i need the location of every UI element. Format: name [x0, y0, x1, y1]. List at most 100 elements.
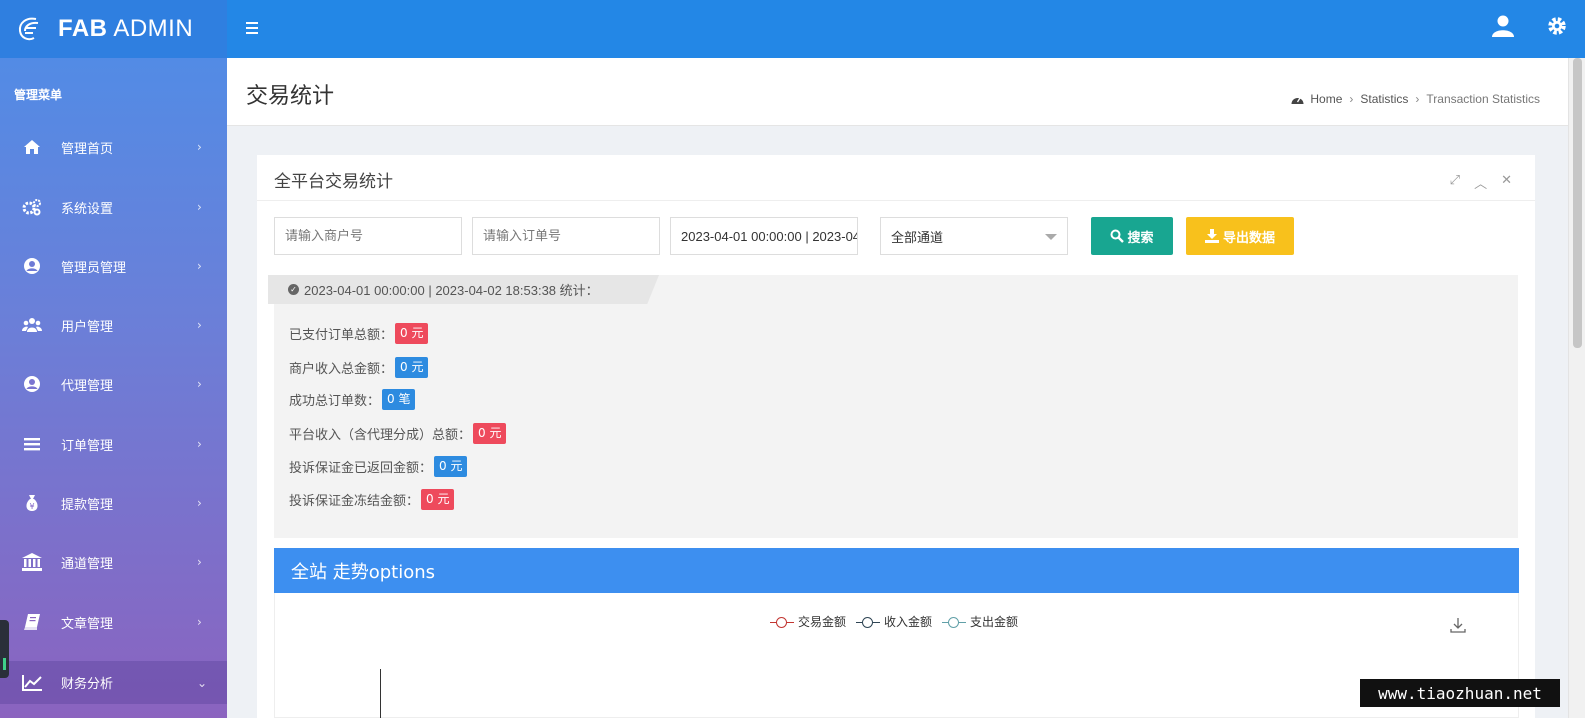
sidebar-item-label: 管理首页 [61, 141, 114, 157]
sidebar-item-label: 文章管理 [61, 616, 114, 632]
user-icon[interactable] [1492, 15, 1514, 37]
search-icon [1110, 229, 1125, 243]
chevron-right-icon: › [197, 437, 202, 451]
gear-icon[interactable] [1547, 16, 1567, 36]
chevron-right-icon: › [197, 259, 202, 273]
sidebar-item-finance[interactable]: 财务分析 ⌄ [0, 661, 227, 704]
stat-value-badge: 0 元 [473, 423, 507, 444]
breadcrumb-home-link[interactable]: Home [1310, 92, 1342, 106]
user-circle-icon [22, 256, 42, 276]
sidebar-item-label: 用户管理 [61, 319, 114, 335]
download-icon[interactable] [1450, 617, 1466, 633]
page-title: 交易统计 [246, 84, 335, 109]
stat-paid-total: 已支付订单总额： 0 元 [289, 323, 429, 344]
chevron-right-icon: › [197, 496, 202, 510]
sidebar-item-home[interactable]: 管理首页 › [0, 127, 227, 167]
stat-value-badge: 0 元 [395, 357, 429, 378]
users-icon [22, 315, 42, 335]
chevron-right-icon: › [197, 615, 202, 629]
search-button-label: 搜索 [1127, 230, 1154, 246]
breadcrumb-separator: › [1349, 92, 1354, 106]
stat-deposit-frozen: 投诉保证金冻结金额： 0 元 [289, 489, 455, 510]
sidebar-item-admins[interactable]: 管理员管理 › [0, 246, 227, 286]
stat-value-badge: 0 笔 [382, 389, 416, 410]
sidebar-item-label: 财务分析 [61, 677, 114, 692]
sidebar-item-agents[interactable]: 代理管理 › [0, 364, 227, 404]
order-input[interactable] [472, 217, 660, 255]
chart-legend: 交易金额 收入金额 支出金额 [770, 613, 1018, 630]
breadcrumb-statistics-link[interactable]: Statistics [1360, 92, 1408, 106]
sidebar-item-label: 提款管理 [61, 497, 114, 513]
stat-value-badge: 0 元 [434, 456, 468, 477]
watermark: www.tiaozhuan.net [1360, 679, 1560, 707]
menu-toggle-icon[interactable] [246, 22, 258, 34]
brand-title: FAB ADMIN [58, 15, 194, 42]
chart-y-axis [380, 669, 381, 718]
cogs-icon [22, 197, 42, 217]
export-icon [1204, 229, 1219, 243]
home-icon [22, 137, 42, 157]
legend-marker [942, 616, 967, 628]
search-button[interactable]: 搜索 [1091, 217, 1173, 255]
breadcrumb-current: Transaction Statistics [1426, 92, 1540, 106]
stats-summary: ✓ 2023-04-01 00:00:00 | 2023-04-02 18:53… [268, 275, 1518, 538]
stat-deposit-returned: 投诉保证金已返回金额： 0 元 [289, 456, 468, 477]
stats-header: ✓ 2023-04-01 00:00:00 | 2023-04-02 18:53… [268, 275, 659, 304]
divider [257, 200, 1535, 201]
stat-label: 投诉保证金冻结金额： [289, 494, 420, 509]
sidebar-item-settings[interactable]: 系统设置 › [0, 187, 227, 227]
sidebar-item-users[interactable]: 用户管理 › [0, 305, 227, 345]
top-navbar [227, 0, 1585, 58]
collapse-icon[interactable]: ︿ [1474, 173, 1487, 192]
panel-tools: ⤢ ︿ ✕ [1450, 173, 1512, 192]
stat-label: 投诉保证金已返回金额： [289, 461, 433, 476]
stat-success-orders: 成功总订单数： 0 笔 [289, 389, 416, 410]
stat-merchant-income: 商户收入总金额： 0 元 [289, 357, 429, 378]
scrollbar-thumb[interactable] [1573, 58, 1582, 348]
chevron-right-icon: › [197, 377, 202, 391]
check-circle-icon: ✓ [288, 284, 299, 295]
chart-header: 全站 走势options [274, 548, 1519, 593]
page-scrollbar[interactable] [1568, 58, 1585, 718]
stat-label: 成功总订单数： [289, 394, 381, 409]
list-icon [22, 434, 42, 454]
sidebar-item-label: 通道管理 [61, 556, 114, 572]
bank-icon [22, 552, 42, 572]
legend-item-expense[interactable]: 支出金额 [942, 613, 1018, 630]
stat-value-badge: 0 元 [395, 323, 429, 344]
expand-icon[interactable]: ⤢ [1450, 173, 1460, 192]
sidebar-item-articles[interactable]: 文章管理 › [0, 602, 227, 642]
money-bag-icon: ¥ [22, 493, 42, 513]
sidebar-item-channels[interactable]: 通道管理 › [0, 542, 227, 582]
brand[interactable]: FAB ADMIN [0, 0, 227, 58]
export-button-label: 导出数据 [1222, 230, 1275, 246]
chevron-right-icon: › [197, 200, 202, 214]
trend-chart: 交易金额 收入金额 支出金额 [274, 593, 1519, 718]
close-icon[interactable]: ✕ [1501, 173, 1512, 192]
stat-platform-income: 平台收入（含代理分成）总额： 0 元 [289, 423, 507, 444]
merchant-input-field[interactable] [285, 228, 451, 244]
sidebar-item-withdrawals[interactable]: ¥ 提款管理 › [0, 483, 227, 523]
legend-marker [770, 616, 794, 628]
line-chart-icon [22, 673, 42, 693]
legend-item-trade[interactable]: 交易金额 [770, 613, 846, 630]
chevron-right-icon: › [197, 318, 202, 332]
side-drawer-handle[interactable] [0, 620, 9, 678]
panel-title: 全平台交易统计 [274, 172, 393, 192]
channel-select[interactable]: 全部通道 [880, 217, 1068, 255]
dashboard-icon [1291, 97, 1304, 104]
sidebar-item-orders[interactable]: 订单管理 › [0, 424, 227, 464]
sidebar-item-label: 管理员管理 [61, 260, 127, 276]
stats-header-text: 2023-04-01 00:00:00 | 2023-04-02 18:53:3… [304, 283, 599, 298]
order-input-field[interactable] [483, 228, 649, 244]
breadcrumb-separator: › [1415, 92, 1420, 106]
sidebar-item-label: 系统设置 [61, 201, 114, 217]
merchant-input[interactable] [274, 217, 462, 255]
book-icon [22, 612, 42, 632]
date-range-input[interactable]: 2023-04-01 00:00:00 | 2023-04-02 18:53:3… [670, 217, 858, 255]
logo-icon [18, 17, 39, 41]
stat-value-badge: 0 元 [421, 489, 455, 510]
legend-item-income[interactable]: 收入金额 [856, 613, 932, 630]
chevron-right-icon: › [197, 140, 202, 154]
export-button[interactable]: 导出数据 [1186, 217, 1294, 255]
